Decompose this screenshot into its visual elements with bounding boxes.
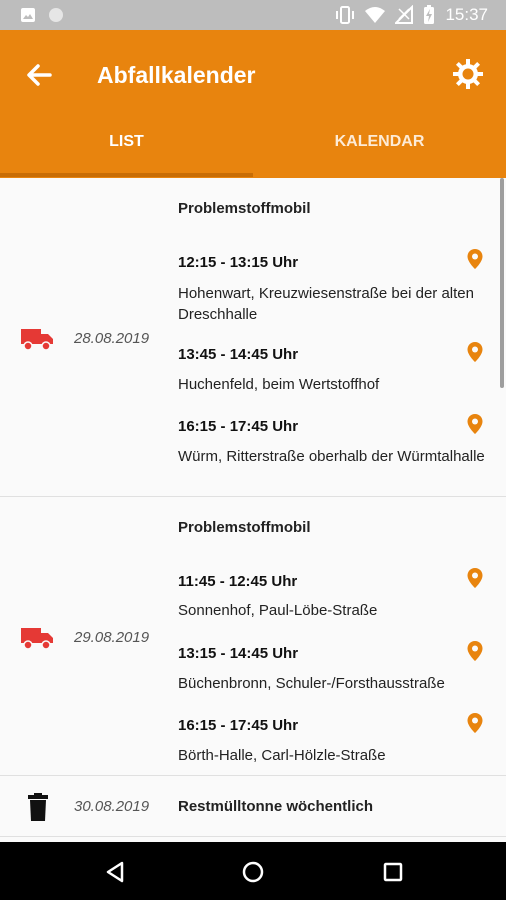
- navigation-bar: [0, 842, 506, 900]
- settings-gear-icon[interactable]: [452, 58, 484, 90]
- slot-time: 11:45 - 12:45 Uhr: [178, 573, 298, 590]
- slot-time: 12:15 - 13:15 Uhr: [178, 254, 299, 271]
- page-title: Abfallkalender: [97, 62, 256, 88]
- wifi-icon: [365, 7, 386, 23]
- signal-icon: [395, 5, 414, 24]
- slot-place: Büchenbronn, Schuler-/Forsthausstraße: [178, 675, 445, 692]
- slot-place: Börth-Halle, Carl-Hölzle-Straße: [178, 747, 386, 764]
- divider: [0, 775, 506, 776]
- status-time: 15:37: [445, 5, 488, 24]
- app-bar: Abfallkalender LIST KALENDAR: [0, 30, 506, 178]
- slot-place: Hohenwart, Kreuzwiesenstraße bei der alt…: [178, 285, 474, 323]
- slot-time: 16:15 - 17:45 Uhr: [178, 717, 299, 734]
- location-pin-icon[interactable]: [466, 567, 484, 589]
- location-pin-icon[interactable]: [466, 341, 484, 363]
- vibrate-icon: [336, 6, 355, 24]
- nav-back-icon[interactable]: [100, 856, 132, 888]
- slot-place: Sonnenhof, Paul-Löbe-Straße: [178, 602, 378, 619]
- row-title: Problemstoffmobil: [178, 519, 311, 536]
- battery-charging-icon: [424, 5, 435, 24]
- truck-icon: [21, 329, 53, 351]
- slot-time: 13:45 - 14:45 Uhr: [178, 346, 299, 363]
- divider: [0, 836, 506, 837]
- nav-recents-icon[interactable]: [377, 856, 409, 888]
- event-list[interactable]: Problemstoffmobil 28.08.2019 12:15 - 13:…: [0, 178, 506, 842]
- row-date: 29.08.2019: [74, 629, 150, 646]
- row-date: 28.08.2019: [74, 330, 150, 347]
- nav-home-icon[interactable]: [237, 856, 269, 888]
- scrollbar[interactable]: [500, 178, 504, 388]
- location-pin-icon[interactable]: [466, 248, 484, 270]
- location-pin-icon[interactable]: [466, 640, 484, 662]
- status-bar: 15:37: [0, 0, 506, 30]
- tab-list[interactable]: LIST: [0, 122, 253, 178]
- back-arrow-icon[interactable]: [22, 60, 56, 90]
- tab-selected-indicator: [0, 173, 253, 177]
- trash-bin-icon: [28, 793, 48, 821]
- truck-icon: [21, 628, 53, 650]
- row-date: 30.08.2019: [74, 798, 150, 815]
- location-pin-icon[interactable]: [466, 413, 484, 435]
- divider: [0, 496, 506, 497]
- location-pin-icon[interactable]: [466, 712, 484, 734]
- slot-place: Huchenfeld, beim Wertstoffhof: [178, 376, 380, 393]
- circle-notification-icon: [49, 8, 63, 22]
- row-title: Problemstoffmobil: [178, 200, 311, 217]
- tab-kalendar[interactable]: KALENDAR: [253, 122, 506, 178]
- slot-time: 16:15 - 17:45 Uhr: [178, 418, 299, 435]
- slot-place: Würm, Ritterstraße oberhalb der Würmtalh…: [178, 448, 485, 465]
- row-title: Restmülltonne wöchentlich: [178, 798, 374, 815]
- slot-time: 13:15 - 14:45 Uhr: [178, 645, 299, 662]
- image-notification-icon: [21, 8, 35, 22]
